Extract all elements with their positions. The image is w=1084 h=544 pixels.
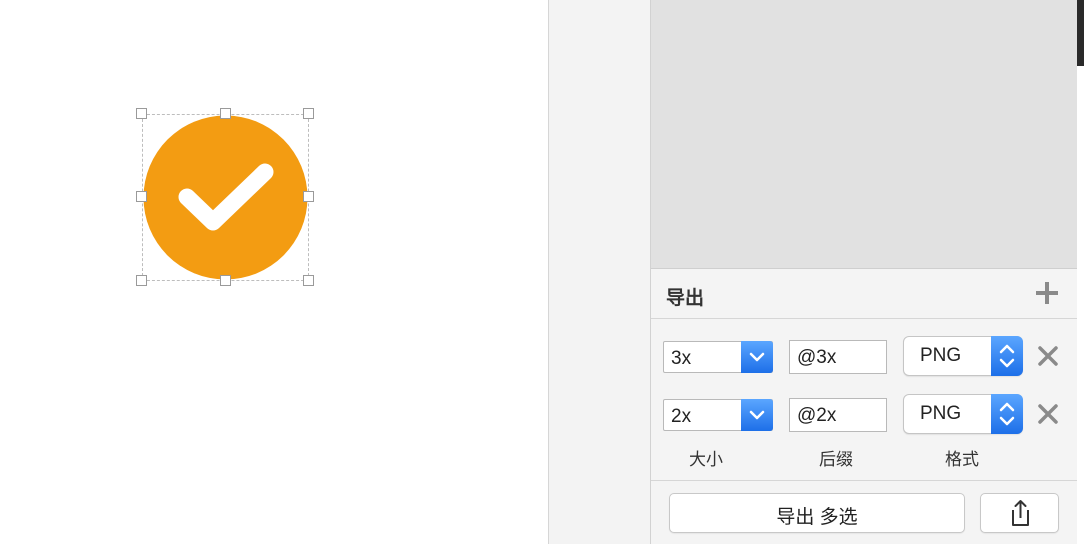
inspector-gutter [549, 0, 651, 544]
adjacent-window-edge [1077, 0, 1084, 544]
suffix-field-row-2[interactable]: @2x [789, 398, 887, 432]
close-icon[interactable] [1037, 345, 1059, 367]
share-button[interactable] [980, 493, 1059, 533]
chevron-down-icon [741, 399, 773, 431]
format-column-label: 格式 [945, 450, 979, 469]
footer-divider [651, 480, 1077, 481]
size-select-row-1[interactable]: 3x [663, 341, 773, 373]
export-header: 导出 [651, 269, 1077, 319]
chevron-updown-icon [991, 336, 1023, 376]
suffix-column-label: 后缀 [819, 450, 853, 469]
share-icon [1012, 500, 1029, 526]
size-column-label: 大小 [689, 450, 723, 469]
resize-handle-top-right[interactable] [303, 108, 314, 119]
resize-handle-top-left[interactable] [136, 108, 147, 119]
resize-handle-bottom-right[interactable] [303, 275, 314, 286]
export-preview [651, 0, 1077, 269]
design-canvas[interactable] [0, 0, 548, 544]
chevron-down-icon [741, 341, 773, 373]
inspector-panel: 导出 3x @3x PNG 2x @2x PNG 大小 后缀 格式 导出 多选 [651, 0, 1077, 544]
suffix-value: @3x [797, 347, 837, 368]
suffix-value: @2x [797, 405, 837, 426]
suffix-field-row-1[interactable]: @3x [789, 340, 887, 374]
export-title: 导出 [666, 288, 705, 309]
format-value: PNG [920, 403, 962, 424]
format-value: PNG [920, 345, 962, 366]
export-selected-button[interactable]: 导出 多选 [669, 493, 965, 533]
chevron-updown-icon [991, 394, 1023, 434]
size-value: 3x [671, 348, 692, 369]
export-selected-label: 导出 多选 [776, 507, 858, 528]
close-icon[interactable] [1037, 403, 1059, 425]
resize-handle-left[interactable] [136, 191, 147, 202]
format-select-row-2[interactable]: PNG [903, 394, 1023, 434]
resize-handle-right[interactable] [303, 191, 314, 202]
format-select-row-1[interactable]: PNG [903, 336, 1023, 376]
resize-handle-bottom-left[interactable] [136, 275, 147, 286]
size-select-row-2[interactable]: 2x [663, 399, 773, 431]
adjacent-window-dark-area [1077, 0, 1084, 66]
size-value: 2x [671, 406, 692, 427]
checkmark-circle-icon[interactable] [143, 115, 308, 280]
resize-handle-top[interactable] [220, 108, 231, 119]
resize-handle-bottom[interactable] [220, 275, 231, 286]
plus-icon[interactable] [1033, 279, 1061, 307]
